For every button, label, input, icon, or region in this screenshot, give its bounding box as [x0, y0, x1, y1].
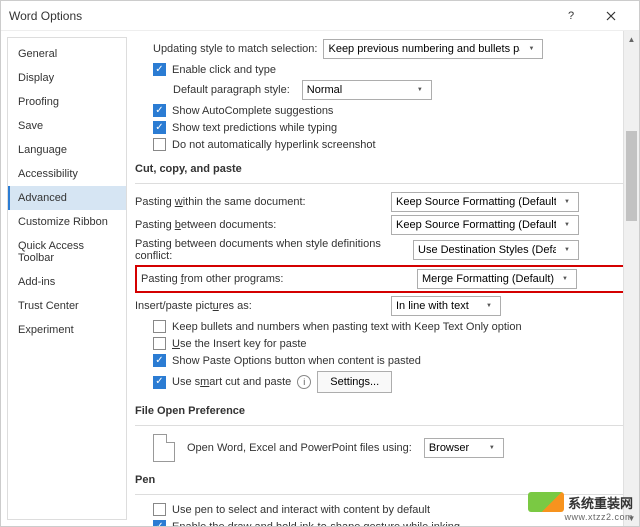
category-sidebar: General Display Proofing Save Language A…	[7, 37, 127, 520]
no-auto-hyperlink-row: Do not automatically hyperlink screensho…	[153, 138, 629, 151]
updating-style-label: Updating style to match selection:	[153, 43, 317, 55]
show-paste-options-row: ✓ Show Paste Options button when content…	[153, 354, 629, 367]
sidebar-item-trust-center[interactable]: Trust Center	[8, 294, 126, 318]
divider	[135, 425, 629, 426]
sidebar-item-experiment[interactable]: Experiment	[8, 318, 126, 342]
paste-within-select[interactable]: Keep Source Formatting (Default) ▼	[391, 192, 579, 212]
enable-draw-hold-row: ✓ Enable the draw and hold ink-to-shape …	[153, 520, 629, 526]
chevron-down-icon: ▼	[560, 247, 574, 253]
keep-bullets-row: Keep bullets and numbers when pasting te…	[153, 320, 629, 333]
dialog-title: Word Options	[9, 9, 551, 23]
sidebar-item-customize-ribbon[interactable]: Customize Ribbon	[8, 210, 126, 234]
close-button[interactable]	[591, 2, 631, 30]
sidebar-item-accessibility[interactable]: Accessibility	[8, 162, 126, 186]
paste-between-select[interactable]: Keep Source Formatting (Default) ▼	[391, 215, 579, 235]
close-icon	[606, 11, 616, 21]
enable-click-type-row: ✓ Enable click and type	[153, 63, 629, 76]
file-open-heading: File Open Preference	[135, 405, 629, 417]
show-text-predictions-checkbox[interactable]: ✓	[153, 121, 166, 134]
paste-conflict-select[interactable]: Use Destination Styles (Default) ▼	[413, 240, 579, 260]
enable-click-type-checkbox[interactable]: ✓	[153, 63, 166, 76]
smart-cut-paste-row: ✓ Use smart cut and paste i Settings...	[153, 371, 629, 393]
file-open-row: Open Word, Excel and PowerPoint files us…	[153, 434, 629, 462]
keep-bullets-checkbox[interactable]	[153, 320, 166, 333]
chevron-down-icon: ▼	[560, 222, 574, 228]
sidebar-item-general[interactable]: General	[8, 42, 126, 66]
sidebar-item-save[interactable]: Save	[8, 114, 126, 138]
smart-cut-paste-checkbox[interactable]: ✓	[153, 376, 166, 389]
sidebar-item-language[interactable]: Language	[8, 138, 126, 162]
enable-draw-hold-checkbox[interactable]: ✓	[153, 520, 166, 526]
show-autocomplete-row: ✓ Show AutoComplete suggestions	[153, 104, 629, 117]
default-paragraph-row: Default paragraph style: Normal ▼	[173, 80, 629, 100]
sidebar-item-display[interactable]: Display	[8, 66, 126, 90]
highlighted-option: Pasting from other programs: Merge Forma…	[135, 265, 629, 293]
paste-other-row: Pasting from other programs: Merge Forma…	[141, 269, 623, 289]
help-button[interactable]: ?	[551, 2, 591, 30]
use-pen-checkbox[interactable]	[153, 503, 166, 516]
word-options-dialog: Word Options ? General Display Proofing …	[0, 0, 640, 527]
sidebar-item-advanced[interactable]: Advanced	[8, 186, 126, 210]
file-icon	[153, 434, 175, 462]
chevron-down-icon: ▼	[558, 276, 572, 282]
show-text-predictions-row: ✓ Show text predictions while typing	[153, 121, 629, 134]
sidebar-item-addins[interactable]: Add-ins	[8, 270, 126, 294]
chevron-down-icon: ▼	[413, 87, 427, 93]
scrollbar-thumb[interactable]	[626, 131, 637, 221]
insert-pictures-select[interactable]: In line with text ▼	[391, 296, 501, 316]
content-pane: Updating style to match selection: Keep …	[127, 31, 639, 526]
use-insert-key-row: Use the Insert key for paste	[153, 337, 629, 350]
scroll-up-arrow-icon[interactable]: ▲	[624, 31, 639, 47]
chevron-down-icon: ▼	[485, 445, 499, 451]
paste-between-row: Pasting between documents: Keep Source F…	[135, 215, 629, 235]
scroll-down-arrow-icon[interactable]: ▼	[624, 510, 639, 526]
paste-other-select[interactable]: Merge Formatting (Default) ▼	[417, 269, 577, 289]
chevron-down-icon: ▼	[482, 303, 496, 309]
updating-style-row: Updating style to match selection: Keep …	[153, 39, 629, 59]
cut-copy-paste-heading: Cut, copy, and paste	[135, 163, 629, 175]
file-open-select[interactable]: Browser ▼	[424, 438, 504, 458]
show-autocomplete-checkbox[interactable]: ✓	[153, 104, 166, 117]
settings-button[interactable]: Settings...	[317, 371, 392, 393]
vertical-scrollbar[interactable]: ▲ ▼	[623, 31, 639, 526]
chevron-down-icon: ▼	[560, 199, 574, 205]
divider	[135, 183, 629, 184]
use-insert-key-checkbox[interactable]	[153, 337, 166, 350]
paste-within-row: Pasting within the same document: Keep S…	[135, 192, 629, 212]
updating-style-select[interactable]: Keep previous numbering and bullets patt…	[323, 39, 543, 59]
paste-conflict-row: Pasting between documents when style def…	[135, 238, 629, 262]
chevron-down-icon: ▼	[524, 46, 538, 52]
use-pen-row: Use pen to select and interact with cont…	[153, 503, 629, 516]
no-auto-hyperlink-checkbox[interactable]	[153, 138, 166, 151]
sidebar-item-proofing[interactable]: Proofing	[8, 90, 126, 114]
info-icon[interactable]: i	[297, 375, 311, 389]
divider	[135, 494, 629, 495]
dialog-body: General Display Proofing Save Language A…	[1, 31, 639, 526]
show-paste-options-checkbox[interactable]: ✓	[153, 354, 166, 367]
sidebar-item-qat[interactable]: Quick Access Toolbar	[8, 234, 126, 270]
default-paragraph-select[interactable]: Normal ▼	[302, 80, 432, 100]
pen-heading: Pen	[135, 474, 629, 486]
insert-pictures-row: Insert/paste pictures as: In line with t…	[135, 296, 629, 316]
titlebar: Word Options ?	[1, 1, 639, 31]
